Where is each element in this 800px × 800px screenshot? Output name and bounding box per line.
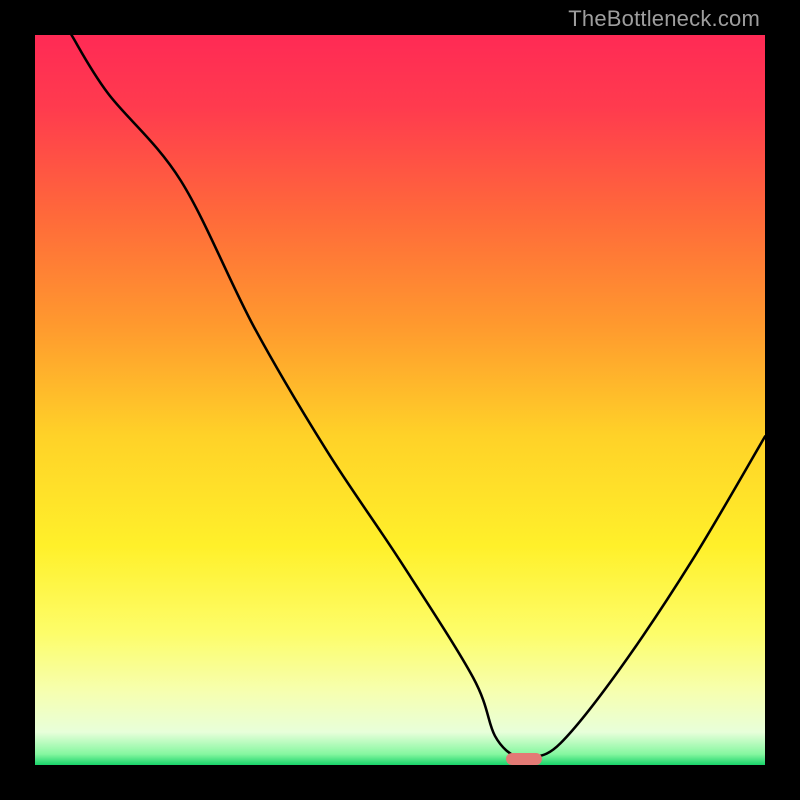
bottleneck-curve <box>35 35 765 765</box>
chart-frame: TheBottleneck.com <box>0 0 800 800</box>
plot-area <box>35 35 765 765</box>
watermark-text: TheBottleneck.com <box>568 6 760 32</box>
optimal-marker <box>506 753 543 765</box>
